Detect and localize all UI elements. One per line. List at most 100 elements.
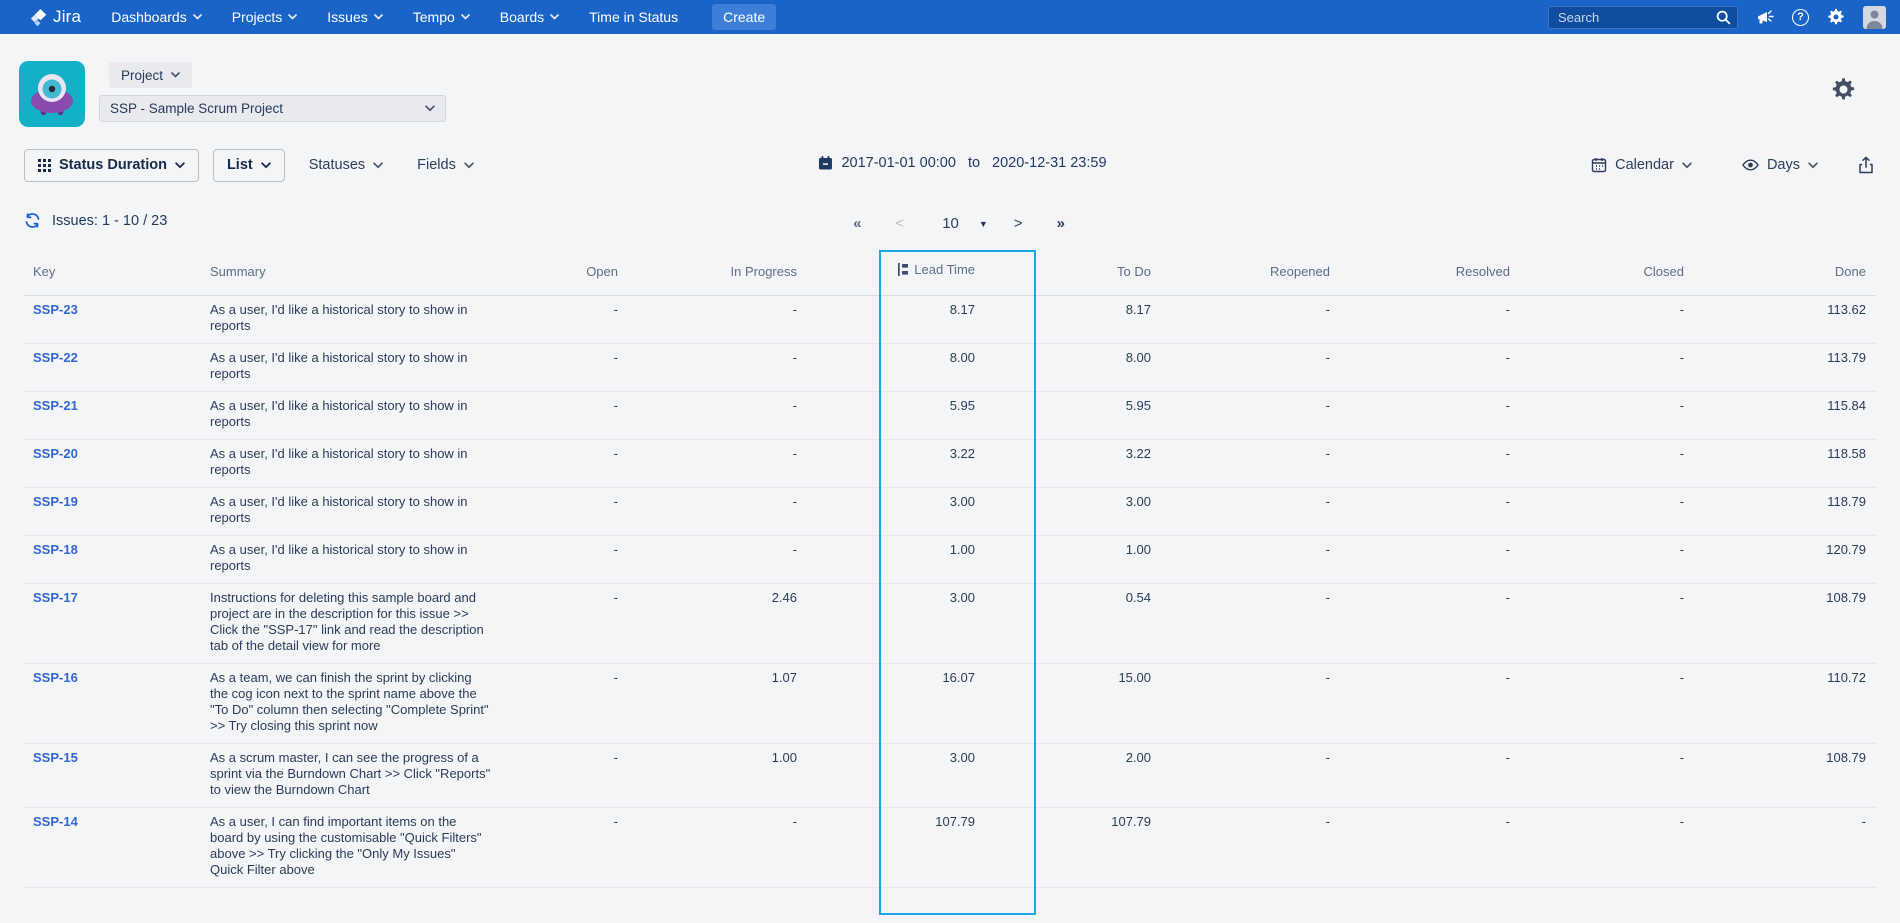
column-header-to-do[interactable]: To Do [985,252,1161,296]
nav-item-projects[interactable]: Projects [232,9,298,25]
cell-summary: Instructions for deleting this sample bo… [210,584,510,664]
cell-resolved: - [1340,536,1520,584]
issue-key-link[interactable]: SSP-20 [33,446,78,461]
statuses-dropdown[interactable]: Statuses [299,157,393,173]
issue-key-link[interactable]: SSP-23 [33,302,78,317]
calendar-type-dropdown[interactable]: Calendar [1581,157,1702,173]
cell-done: 110.72 [1694,664,1876,744]
cell-key: SSP-23 [24,296,210,344]
project-select[interactable]: SSP - Sample Scrum Project [99,95,446,122]
column-header-lead-time[interactable]: Lead Time [807,252,985,296]
cell-done: - [1694,808,1876,888]
search-input[interactable] [1548,6,1738,29]
nav-item-issues[interactable]: Issues [327,9,382,25]
nav-item-boards[interactable]: Boards [500,9,559,25]
cell-lead-time: 8.17 [807,296,985,344]
column-header-summary[interactable]: Summary [210,252,510,296]
create-button[interactable]: Create [712,4,776,30]
issue-key-link[interactable]: SSP-14 [33,814,78,829]
nav-item-dashboards[interactable]: Dashboards [111,9,202,25]
cell-to-do: 0.54 [985,584,1161,664]
issue-key-link[interactable]: SSP-16 [33,670,78,685]
issue-key-link[interactable]: SSP-17 [33,590,78,605]
cell-open: - [510,664,628,744]
cell-open: - [510,584,628,664]
page-size-value[interactable]: 10 [938,213,963,234]
help-icon[interactable]: ? [1792,9,1809,26]
cell-key: SSP-22 [24,344,210,392]
issue-key-link[interactable]: SSP-21 [33,398,78,413]
chevron-down-icon [425,105,435,112]
page-size-dropdown-caret[interactable]: ▼ [979,219,988,229]
cell-summary: As a user, I'd like a historical story t… [210,488,510,536]
cell-reopened: - [1161,584,1340,664]
cell-to-do: 1.00 [985,536,1161,584]
cell-reopened: - [1161,344,1340,392]
cell-reopened: - [1161,440,1340,488]
user-avatar[interactable] [1863,6,1886,29]
view-dropdown[interactable]: List [213,149,285,182]
cell-key: SSP-21 [24,392,210,440]
cell-to-do: 107.79 [985,808,1161,888]
cell-in-progress: 1.07 [628,664,807,744]
issue-key-link[interactable]: SSP-19 [33,494,78,509]
issue-key-link[interactable]: SSP-18 [33,542,78,557]
pagination-next-button[interactable]: > [1010,213,1027,234]
report-type-dropdown[interactable]: Status Duration [24,149,199,182]
column-header-key[interactable]: Key [24,252,210,296]
cell-reopened: - [1161,488,1340,536]
cell-lead-time: 3.00 [807,584,985,664]
cell-lead-time: 3.00 [807,744,985,808]
pagination-first-button[interactable]: « [849,213,865,234]
column-header-reopened[interactable]: Reopened [1161,252,1340,296]
cell-open: - [510,488,628,536]
chevron-down-icon [171,72,180,78]
refresh-icon[interactable] [24,212,41,229]
cell-summary: As a team, we can finish the sprint by c… [210,664,510,744]
issue-key-link[interactable]: SSP-22 [33,350,78,365]
cell-lead-time: 3.22 [807,440,985,488]
cell-key: SSP-19 [24,488,210,536]
calendar-grid-icon [1591,157,1607,173]
fields-dropdown[interactable]: Fields [407,157,484,173]
export-icon[interactable] [1858,156,1874,174]
cell-lead-time: 5.95 [807,392,985,440]
units-dropdown[interactable]: Days [1732,157,1828,173]
issue-key-link[interactable]: SSP-15 [33,750,78,765]
cell-done: 118.58 [1694,440,1876,488]
cell-open: - [510,392,628,440]
table-row: SSP-22As a user, I'd like a historical s… [24,344,1876,392]
column-header-closed[interactable]: Closed [1520,252,1694,296]
cell-key: SSP-16 [24,664,210,744]
cell-closed: - [1520,488,1694,536]
cell-in-progress: - [628,536,807,584]
scope-selector-button[interactable]: Project [109,62,192,88]
date-range-picker[interactable]: 2017-01-01 00:00 to 2020-12-31 23:59 [817,155,1106,171]
report-settings-gear-icon[interactable] [1831,77,1856,102]
pagination-last-button[interactable]: » [1053,213,1069,234]
cell-reopened: - [1161,536,1340,584]
cell-closed: - [1520,536,1694,584]
table-row: SSP-14As a user, I can find important it… [24,808,1876,888]
nav-item-time-in-status[interactable]: Time in Status [589,9,678,25]
nav-item-tempo[interactable]: Tempo [413,9,470,25]
search-icon[interactable] [1716,10,1731,25]
column-header-open[interactable]: Open [510,252,628,296]
cell-summary: As a user, I'd like a historical story t… [210,440,510,488]
column-header-in-progress[interactable]: In Progress [628,252,807,296]
cell-done: 113.79 [1694,344,1876,392]
cell-lead-time: 16.07 [807,664,985,744]
settings-icon[interactable] [1827,8,1845,26]
cell-resolved: - [1340,584,1520,664]
cell-to-do: 15.00 [985,664,1161,744]
column-header-done[interactable]: Done [1694,252,1876,296]
column-header-resolved[interactable]: Resolved [1340,252,1520,296]
jira-logo[interactable]: Jira [28,7,81,27]
pagination-prev-button[interactable]: < [891,213,908,234]
cell-key: SSP-17 [24,584,210,664]
cell-open: - [510,440,628,488]
cell-closed: - [1520,744,1694,808]
table-row: SSP-18As a user, I'd like a historical s… [24,536,1876,584]
cell-resolved: - [1340,392,1520,440]
announcements-icon[interactable] [1756,8,1774,26]
